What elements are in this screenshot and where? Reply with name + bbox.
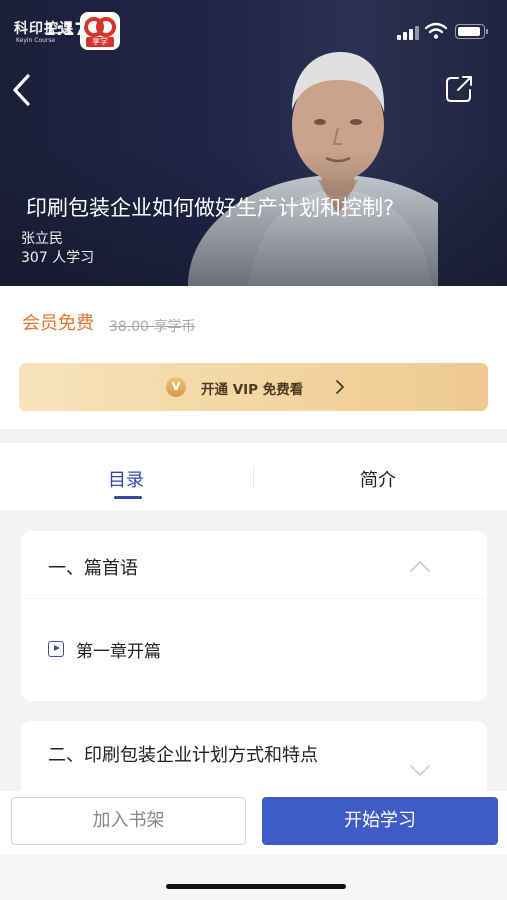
chapter-card: 一、篇首语 第一章开篇: [21, 531, 487, 701]
lesson-title: 第一章开篇: [76, 642, 161, 662]
cellular-signal-icon: [397, 26, 419, 40]
share-button[interactable]: [444, 74, 474, 104]
original-price: 38.00 享学币: [109, 319, 196, 335]
learner-count: 307 人学习: [21, 250, 95, 266]
tab-catalog[interactable]: 目录: [108, 466, 144, 492]
play-icon: [48, 641, 64, 657]
chapter-title[interactable]: 二、印刷包装企业计划方式和特点: [48, 743, 348, 769]
course-title: 印刷包装企业如何做好生产计划和控制?: [26, 196, 395, 220]
vip-coin-icon: V: [166, 377, 186, 397]
chevron-up-icon[interactable]: [409, 559, 431, 573]
share-icon: [446, 76, 472, 102]
open-vip-label: 开通 VIP 免费看: [201, 382, 304, 398]
home-indicator[interactable]: [166, 884, 346, 889]
safe-area: [0, 855, 507, 900]
member-free-label: 会员免费: [22, 313, 94, 334]
battery-icon: [455, 24, 485, 39]
start-learning-button[interactable]: 开始学习: [262, 797, 498, 845]
chevron-left-icon: [13, 74, 30, 106]
status-bar: 科印控课 Keyin Course 享学 1:17: [0, 0, 507, 60]
tab-bar: 目录 简介: [0, 443, 507, 510]
chevron-down-icon[interactable]: [409, 763, 431, 777]
back-button[interactable]: [8, 70, 38, 110]
logo-badge-text: 享学: [86, 37, 114, 47]
active-tab-indicator: [114, 496, 142, 499]
chevron-right-icon: [336, 380, 344, 394]
battery-cap: [486, 29, 488, 34]
card-divider: [21, 598, 487, 599]
open-vip-button[interactable]: V 开通 VIP 免费看: [19, 363, 488, 411]
price-section: 会员免费 38.00 享学币 V 开通 VIP 免费看: [0, 286, 507, 429]
course-author: 张立民: [21, 231, 63, 247]
status-time: 1:17: [44, 20, 87, 40]
chapter-title[interactable]: 一、篇首语: [48, 554, 138, 580]
tab-intro[interactable]: 简介: [360, 466, 396, 492]
add-to-shelf-button[interactable]: 加入书架: [11, 797, 246, 845]
bottom-action-bar: 加入书架 开始学习: [0, 791, 507, 900]
wifi-icon: [425, 22, 447, 39]
tab-divider: [253, 466, 254, 488]
lesson-item[interactable]: 第一章开篇: [48, 637, 348, 662]
